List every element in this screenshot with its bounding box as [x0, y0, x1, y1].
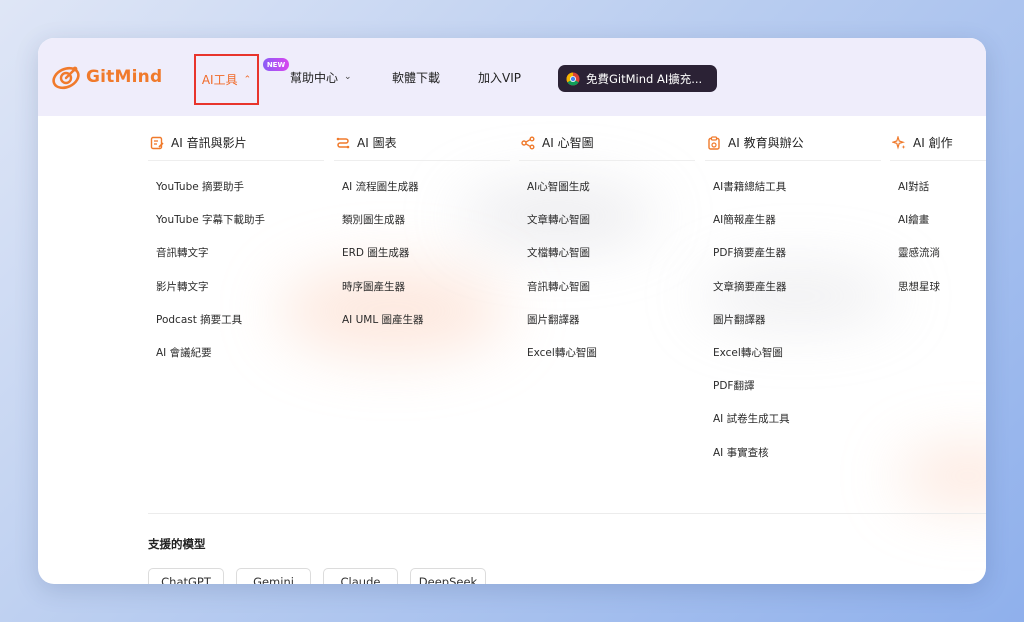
promo-label: 免費GitMind AI擴充...: [586, 71, 703, 86]
menu-item[interactable]: PDF翻譯: [705, 369, 881, 402]
menu-item[interactable]: AI簡報產生器: [705, 203, 881, 236]
column-title: AI 圖表: [357, 136, 397, 150]
new-badge: NEW: [263, 58, 289, 71]
chrome-icon: [566, 72, 580, 85]
menu-item[interactable]: AI對話: [890, 170, 986, 203]
menu-item[interactable]: 影片轉文字: [148, 270, 324, 303]
column-header: AI 教育與辦公: [705, 125, 881, 161]
nav-help-center[interactable]: 幫助中心 ⌄: [290, 38, 352, 116]
menu-item[interactable]: AI UML 圖產生器: [334, 303, 510, 336]
top-navbar: GitMind AI工具 ⌃ NEW 幫助中心 ⌄ 軟體下載 加入VIP 免費G…: [38, 38, 986, 116]
menu-item[interactable]: YouTube 摘要助手: [148, 170, 324, 203]
nav-help-center-label: 幫助中心: [290, 70, 339, 85]
nav-ai-tools-label: AI工具: [201, 73, 238, 87]
column-header: AI 創作: [890, 125, 986, 161]
mind-map-icon: [521, 136, 535, 149]
menu-item[interactable]: AI 試卷生成工具: [705, 402, 881, 435]
menu-item[interactable]: 音訊轉心智圖: [519, 270, 695, 303]
column-charts: AI 圖表 AI 流程圖生成器 類別圖生成器 ERD 圖生成器 時序圖產生器 A…: [334, 116, 510, 336]
menu-item[interactable]: PDF摘要產生器: [705, 236, 881, 269]
menu-item[interactable]: Excel轉心智圖: [519, 336, 695, 369]
supported-models-list: ChatGPT Gemini Claude DeepSeek: [148, 568, 486, 584]
brand-name: GitMind: [86, 67, 163, 87]
menu-item[interactable]: 文檔轉心智圖: [519, 236, 695, 269]
menu-item[interactable]: AI書籍總結工具: [705, 170, 881, 203]
flow-chart-icon: [336, 137, 350, 148]
menu-item[interactable]: AI心智圖生成: [519, 170, 695, 203]
menu-item[interactable]: Podcast 摘要工具: [148, 303, 324, 336]
menu-item[interactable]: 靈感流淌: [890, 236, 986, 269]
column-education-office: AI 教育與辦公 AI書籍總結工具 AI簡報產生器 PDF摘要產生器 文章摘要產…: [705, 116, 881, 469]
menu-item[interactable]: AI 流程圖生成器: [334, 170, 510, 203]
menu-item[interactable]: 文章轉心智圖: [519, 203, 695, 236]
gitmind-logo[interactable]: GitMind: [50, 62, 162, 92]
supported-models-title: 支援的模型: [148, 537, 206, 551]
menu-item[interactable]: 思想星球: [890, 270, 986, 303]
menu-item[interactable]: 類別圖生成器: [334, 203, 510, 236]
menu-item[interactable]: ERD 圖生成器: [334, 236, 510, 269]
menu-item[interactable]: 時序圖產生器: [334, 270, 510, 303]
nav-download[interactable]: 軟體下載: [392, 38, 440, 116]
menu-item[interactable]: 音訊轉文字: [148, 236, 324, 269]
browser-window: GitMind AI工具 ⌃ NEW 幫助中心 ⌄ 軟體下載 加入VIP 免費G…: [38, 38, 986, 584]
menu-item[interactable]: AI 事實查核: [705, 436, 881, 469]
edit-document-icon: [150, 136, 164, 149]
column-title: AI 心智圖: [542, 136, 594, 150]
column-mind-map: AI 心智圖 AI心智圖生成 文章轉心智圖 文檔轉心智圖 音訊轉心智圖 圖片翻譯…: [519, 116, 695, 369]
column-header: AI 心智圖: [519, 125, 695, 161]
nav-vip[interactable]: 加入VIP: [478, 38, 521, 116]
menu-item[interactable]: 圖片翻譯器: [705, 303, 881, 336]
gitmind-logo-icon: [52, 66, 80, 90]
model-chip-chatgpt[interactable]: ChatGPT: [148, 568, 224, 584]
menu-item[interactable]: 文章摘要產生器: [705, 270, 881, 303]
model-chip-claude[interactable]: Claude: [323, 568, 398, 584]
menu-item[interactable]: AI繪畫: [890, 203, 986, 236]
chevron-down-icon: ⌄: [344, 72, 352, 82]
column-creation: AI 創作 AI對話 AI繪畫 靈感流淌 思想星球: [890, 116, 986, 303]
column-title: AI 教育與辦公: [728, 136, 804, 150]
ai-tools-dropdown: AI 音訊與影片 YouTube 摘要助手 YouTube 字幕下載助手 音訊轉…: [38, 116, 986, 584]
chrome-extension-promo-button[interactable]: 免費GitMind AI擴充...: [558, 65, 717, 92]
menu-item[interactable]: YouTube 字幕下載助手: [148, 203, 324, 236]
nav-download-label: 軟體下載: [392, 70, 441, 85]
column-title: AI 創作: [913, 136, 953, 150]
menu-item[interactable]: AI 會議紀要: [148, 336, 324, 369]
column-title: AI 音訊與影片: [171, 136, 247, 150]
nav-ai-tools-menu[interactable]: AI工具 ⌃: [194, 54, 259, 105]
chevron-up-icon: ⌃: [243, 74, 252, 85]
column-header: AI 音訊與影片: [148, 125, 324, 161]
model-chip-gemini[interactable]: Gemini: [236, 568, 311, 584]
section-divider: [148, 513, 986, 514]
sparkle-icon: [892, 135, 906, 150]
column-header: AI 圖表: [334, 125, 510, 161]
menu-item[interactable]: 圖片翻譯器: [519, 303, 695, 336]
column-audio-video: AI 音訊與影片 YouTube 摘要助手 YouTube 字幕下載助手 音訊轉…: [148, 116, 324, 369]
nav-vip-label: 加入VIP: [478, 70, 521, 85]
menu-item[interactable]: Excel轉心智圖: [705, 336, 881, 369]
clipboard-icon: [708, 135, 720, 150]
model-chip-deepseek[interactable]: DeepSeek: [410, 568, 486, 584]
